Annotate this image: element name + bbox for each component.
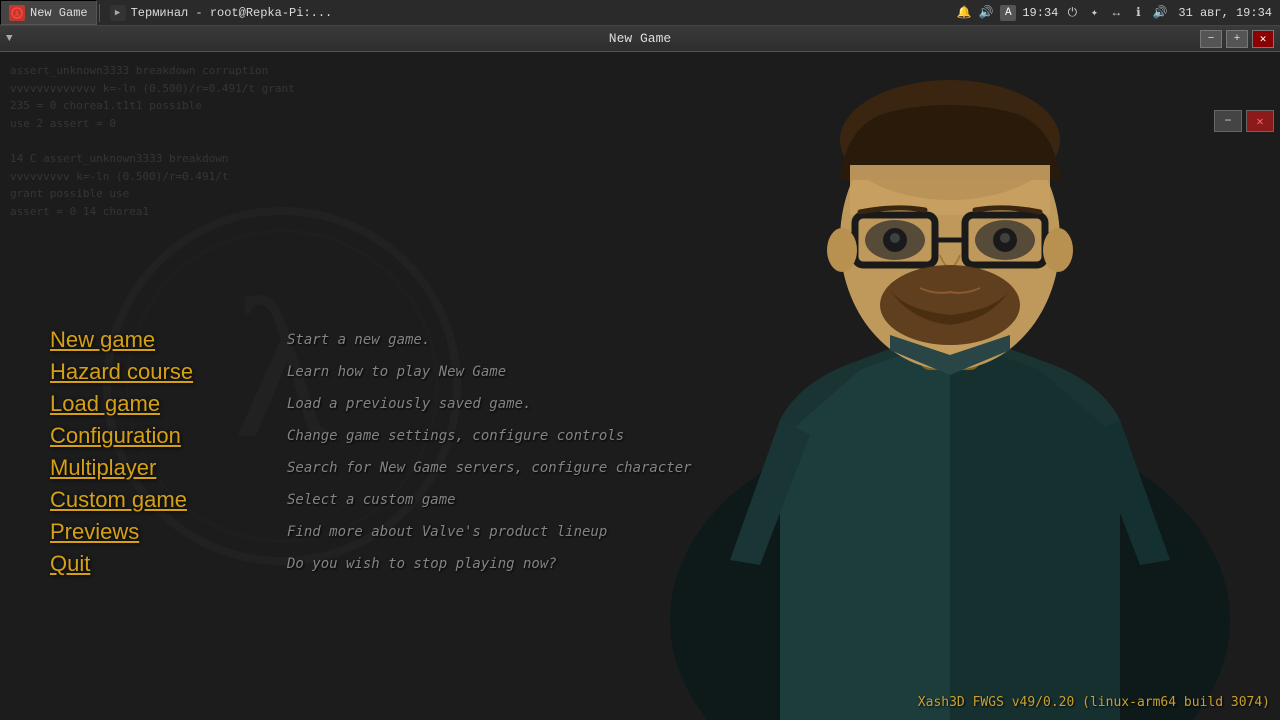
tray-power-icon[interactable]: ⏻ — [1064, 5, 1080, 21]
taskbar-terminal[interactable]: ▶ Терминал - root@Repka-Pi:... — [102, 0, 341, 25]
tray-volume-icon[interactable]: 🔊 — [978, 5, 994, 21]
menu-item-desc-5: Select a custom game — [287, 492, 456, 508]
taskbar-right: 🔔 🔊 A 19:34 ⏻ ✦ ↔ ℹ 🔊 31 авг, 19:34 — [948, 5, 1280, 21]
menu-item-row: Custom game Select a custom game — [50, 487, 692, 513]
tray-sound-icon[interactable]: 🔊 — [1152, 5, 1168, 21]
window-maximize-button[interactable]: + — [1226, 30, 1248, 48]
game-background: assert_unknown3333 breakdown corruption … — [0, 52, 1280, 720]
character-area — [576, 52, 1280, 720]
menu-item-desc-3: Change game settings, configure controls — [287, 428, 624, 444]
menu-item-desc-4: Search for New Game servers, configure c… — [287, 460, 692, 476]
menu-container: New game Start a new game. Hazard course Le… — [50, 327, 692, 583]
game-icon: λ — [9, 5, 25, 21]
menu-item-label-load-game[interactable]: Load game — [50, 391, 275, 417]
tray-keyboard-icon[interactable]: A — [1000, 5, 1016, 21]
ingame-controls: − ✕ — [1214, 110, 1274, 132]
menu-item-row: Load game Load a previously saved game. — [50, 391, 692, 417]
menu-item-desc-6: Find more about Valve's product lineup — [287, 524, 607, 540]
taskbar-time: 19:34 — [1022, 6, 1058, 20]
ingame-close-button[interactable]: ✕ — [1246, 110, 1274, 132]
taskbar-app-game[interactable]: λ New Game — [0, 0, 97, 25]
menu-item-row: Quit Do you wish to stop playing now? — [50, 551, 692, 577]
menu-item-label-new-game[interactable]: New game — [50, 327, 275, 353]
taskbar-terminal-label: Терминал - root@Repka-Pi:... — [131, 6, 333, 20]
menu-item-desc-2: Load a previously saved game. — [287, 396, 531, 412]
menu-item-row: Configuration Change game settings, confi… — [50, 423, 692, 449]
menu-item-label-configuration[interactable]: Configuration — [50, 423, 275, 449]
tray-bell-icon[interactable]: 🔔 — [956, 5, 972, 21]
ingame-minimize-button[interactable]: − — [1214, 110, 1242, 132]
tray-info-icon[interactable]: ℹ — [1130, 5, 1146, 21]
taskbar-date: 31 авг, 19:34 — [1178, 6, 1272, 20]
version-text: Xash3D FWGS v49/0.20 (linux-arm64 build … — [918, 695, 1270, 710]
tray-network-icon[interactable]: ↔ — [1108, 5, 1124, 21]
game-area: assert_unknown3333 breakdown corruption … — [0, 52, 1280, 720]
menu-item-desc-0: Start a new game. — [287, 332, 430, 348]
menu-item-row: Hazard course Learn how to play New Game — [50, 359, 692, 385]
taskbar: λ New Game ▶ Терминал - root@Repka-Pi:..… — [0, 0, 1280, 26]
menu-item-label-quit[interactable]: Quit — [50, 551, 275, 577]
menu-item-label-previews[interactable]: Previews — [50, 519, 275, 545]
taskbar-divider — [99, 4, 100, 22]
menu-item-label-hazard-course[interactable]: Hazard course — [50, 359, 275, 385]
menu-item-desc-1: Learn how to play New Game — [287, 364, 506, 380]
menu-item-desc-7: Do you wish to stop playing now? — [287, 556, 557, 572]
window-menu-icon[interactable]: ▼ — [6, 33, 13, 45]
menu-item-label-custom-game[interactable]: Custom game — [50, 487, 275, 513]
menu-item-row: New game Start a new game. — [50, 327, 692, 353]
tray-bluetooth-icon[interactable]: ✦ — [1086, 5, 1102, 21]
taskbar-app-label: New Game — [30, 6, 88, 20]
window-title: New Game — [609, 31, 671, 46]
window-close-button[interactable]: ✕ — [1252, 30, 1274, 48]
window-controls: − + ✕ — [1200, 30, 1274, 48]
menu-item-row: Multiplayer Search for New Game servers, … — [50, 455, 692, 481]
terminal-icon: ▶ — [110, 5, 126, 21]
menu-item-label-multiplayer[interactable]: Multiplayer — [50, 455, 275, 481]
menu-item-row: Previews Find more about Valve's product … — [50, 519, 692, 545]
window-titlebar: ▼ New Game − + ✕ — [0, 26, 1280, 52]
window-minimize-button[interactable]: − — [1200, 30, 1222, 48]
svg-text:λ: λ — [15, 11, 19, 19]
